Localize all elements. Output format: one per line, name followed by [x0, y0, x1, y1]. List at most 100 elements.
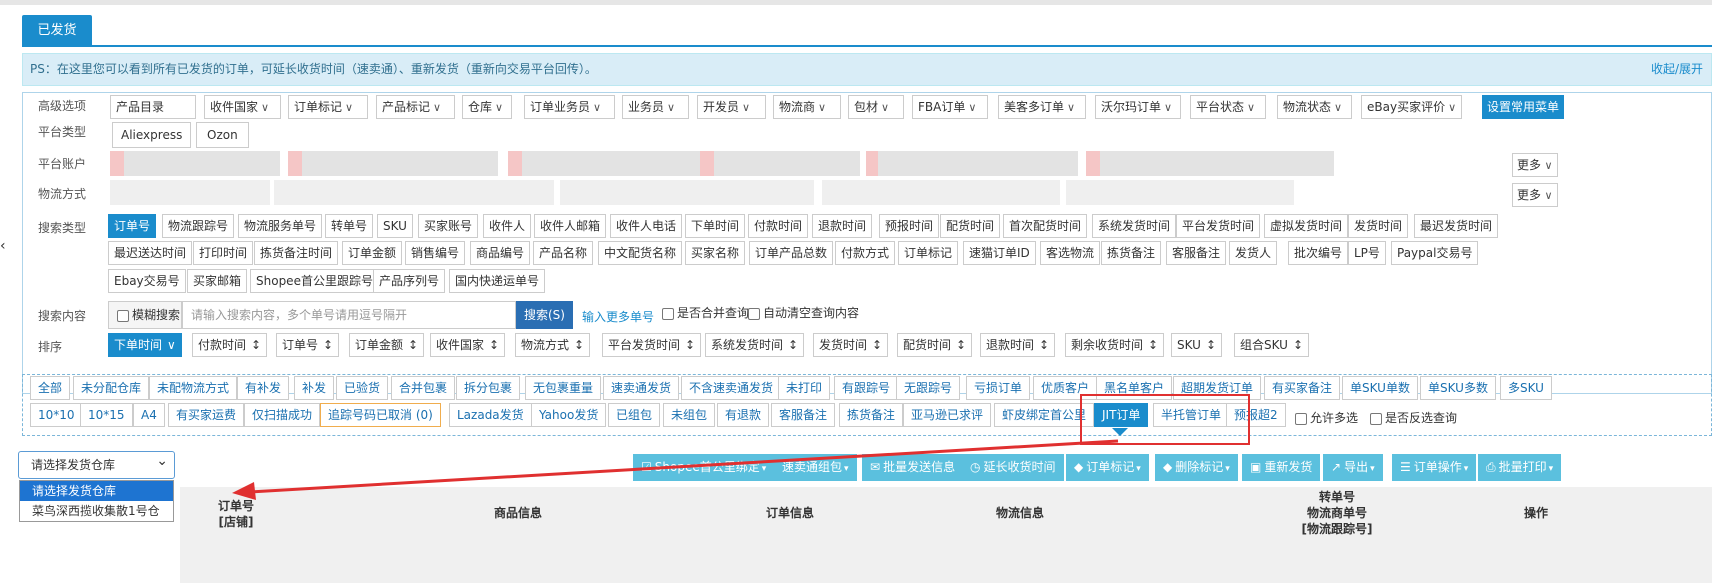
search-type-option[interactable]: 预报时间	[879, 214, 940, 238]
checkbox-icon[interactable]	[117, 309, 129, 322]
search-type-option[interactable]: 发货人	[1229, 241, 1278, 265]
sort-option[interactable]: 下单时间 ∨	[108, 333, 182, 357]
search-type-option[interactable]: 最迟发货时间	[1414, 214, 1499, 238]
more-logistics-dropdown[interactable]: 更多	[1512, 183, 1558, 207]
search-type-option[interactable]: 虚拟发货时间	[1264, 214, 1349, 238]
advanced-option-dropdown[interactable]: 包材	[848, 95, 904, 119]
search-type-option[interactable]: 批次编号	[1288, 241, 1349, 265]
sort-option[interactable]: 订单金额 ↕	[349, 333, 425, 357]
more-accounts-dropdown[interactable]: 更多	[1512, 153, 1558, 177]
sort-option[interactable]: SKU ↕	[1171, 333, 1223, 357]
advanced-option-dropdown[interactable]: 产品标记	[376, 95, 455, 119]
quick-filter-button[interactable]: 已验货	[336, 376, 389, 400]
sort-option[interactable]: 剩余收货时间 ↕	[1065, 333, 1165, 357]
quick-filter-button[interactable]: 补发	[294, 376, 335, 400]
tab-shipped[interactable]: 已发货	[22, 15, 92, 47]
quick-filter-button[interactable]: 单SKU单数	[1342, 376, 1418, 400]
quick-filter-button[interactable]: 不含速卖通发货	[681, 376, 782, 400]
quick-filter-button[interactable]: 无跟踪号	[896, 376, 961, 400]
sort-option[interactable]: 组合SKU ↕	[1234, 333, 1310, 357]
platform-type-aliexpress[interactable]: Aliexpress	[112, 122, 192, 148]
quick-filter-button[interactable]: 有退款	[717, 403, 770, 427]
export-button[interactable]: ↗ 导出 ▾	[1323, 454, 1383, 481]
quick-filter-button[interactable]: 多SKU	[1500, 376, 1552, 400]
quick-filter-button[interactable]: 未组包	[663, 403, 716, 427]
search-type-option[interactable]: 付款时间	[748, 214, 809, 238]
allow-multi-checkbox[interactable]: 允许多选	[1295, 409, 1358, 426]
advanced-option-dropdown[interactable]: 平台状态	[1190, 95, 1266, 119]
search-type-option[interactable]: Shopee首公里跟踪号	[250, 269, 379, 293]
quick-filter-button[interactable]: Lazada发货	[449, 403, 532, 427]
search-type-option[interactable]: 首次配货时间	[1003, 214, 1088, 238]
search-type-option[interactable]: 配货时间	[940, 214, 1001, 238]
search-type-option[interactable]: SKU	[377, 214, 413, 238]
search-type-option[interactable]: 物流跟踪号	[162, 214, 235, 238]
search-type-option[interactable]: 平台发货时间	[1176, 214, 1261, 238]
search-type-option[interactable]: 拣货备注	[1101, 241, 1162, 265]
quick-filter-button[interactable]: 10*10	[30, 403, 83, 427]
set-common-menu-button[interactable]: 设置常用菜单	[1482, 95, 1565, 119]
warehouse-option[interactable]: 菜鸟深西揽收集散1号仓	[20, 501, 173, 521]
search-type-option[interactable]: 客选物流	[1040, 241, 1101, 265]
advanced-option-dropdown[interactable]: 开发员	[697, 95, 766, 119]
warehouse-select[interactable]: 请选择发货仓库	[18, 448, 175, 479]
search-type-option[interactable]: Ebay交易号	[108, 269, 186, 293]
quick-filter-button[interactable]: 全部	[30, 376, 71, 400]
sort-option[interactable]: 收件国家 ↕	[430, 333, 506, 357]
batch-print-button[interactable]: ⎙ 批量打印 ▾	[1478, 454, 1562, 481]
search-type-option[interactable]: 发货时间	[1348, 214, 1409, 238]
search-type-option[interactable]: 物流服务单号	[238, 214, 323, 238]
quick-filter-button[interactable]: 仅扫描成功	[244, 403, 321, 427]
search-type-option[interactable]: 收件人	[483, 214, 532, 238]
batch-send-button[interactable]: ✉ 批量发送信息	[862, 454, 964, 481]
search-type-option[interactable]: 销售编号	[405, 241, 466, 265]
search-type-option[interactable]: 买家邮箱	[187, 269, 248, 293]
order-ops-button[interactable]: ☰ 订单操作 ▾	[1392, 454, 1477, 481]
search-type-option[interactable]: 拣货备注时间	[254, 241, 339, 265]
search-type-option[interactable]: 收件人邮箱	[534, 214, 607, 238]
quick-filter-button[interactable]: 有跟踪号	[834, 376, 899, 400]
search-type-option[interactable]: LP号	[1348, 241, 1386, 265]
quick-filter-button[interactable]: 单SKU多数	[1420, 376, 1496, 400]
search-type-option[interactable]: 买家名称	[685, 241, 746, 265]
search-type-option[interactable]: 速猫订单ID	[963, 241, 1036, 265]
advanced-option-dropdown[interactable]: 物流商	[773, 95, 841, 119]
quick-filter-button[interactable]: 未配物流方式	[149, 376, 238, 400]
advanced-option-dropdown[interactable]: 沃尔玛订单	[1095, 95, 1181, 119]
quick-filter-button[interactable]: 有买家备注	[1264, 376, 1341, 400]
search-type-option[interactable]: 国内快递运单号	[449, 269, 546, 293]
search-type-option[interactable]: Paypal交易号	[1391, 241, 1479, 265]
quick-filter-button[interactable]: 拆分包裹	[456, 376, 521, 400]
advanced-option-dropdown[interactable]: 订单业务员	[524, 95, 615, 119]
sort-option[interactable]: 发货时间 ↕	[813, 333, 889, 357]
search-type-option[interactable]: 系统发货时间	[1092, 214, 1177, 238]
quick-filter-button[interactable]: 亚马逊已求评	[903, 403, 992, 427]
advanced-option-dropdown[interactable]: 订单标记	[288, 95, 368, 119]
quick-filter-button[interactable]: 有买家运费	[168, 403, 245, 427]
checkbox-icon[interactable]	[1370, 412, 1382, 425]
advanced-option-dropdown[interactable]: 仓库	[462, 95, 512, 119]
sort-option[interactable]: 订单号 ↕	[276, 333, 340, 357]
order-tag-button[interactable]: ◆ 订单标记 ▾	[1066, 454, 1149, 481]
quick-filter-button[interactable]: 亏损订单	[966, 376, 1031, 400]
quick-filter-button[interactable]: Yahoo发货	[531, 403, 607, 427]
search-type-option[interactable]: 订单金额	[342, 241, 403, 265]
search-type-option[interactable]: 产品序列号	[373, 269, 446, 293]
search-input[interactable]: 请输入搜索内容，多个单号请用逗号隔开	[182, 301, 516, 329]
advanced-option-dropdown[interactable]: eBay买家评价	[1361, 95, 1462, 119]
checkbox-icon[interactable]	[1295, 412, 1307, 425]
quick-filter-button[interactable]: 未打印	[778, 376, 831, 400]
advanced-option-dropdown[interactable]: 收件国家	[204, 95, 281, 119]
merge-query-checkbox[interactable]: 是否合并查询	[662, 304, 749, 321]
quick-filter-button[interactable]: 未分配仓库	[73, 376, 150, 400]
aliexpress-pack-button[interactable]: 速卖通组包 ▾	[774, 454, 857, 481]
chevron-left-icon[interactable]: ‹	[0, 238, 6, 254]
quick-filter-button[interactable]: 合并包裹	[391, 376, 456, 400]
search-type-option[interactable]: 转单号	[325, 214, 374, 238]
reverse-query-checkbox[interactable]: 是否反选查询	[1370, 409, 1457, 426]
search-type-option[interactable]: 订单标记	[898, 241, 959, 265]
quick-filter-button[interactable]: A4	[133, 403, 165, 427]
checkbox-icon[interactable]	[748, 307, 760, 320]
platform-type-ozon[interactable]: Ozon	[196, 122, 249, 148]
warehouse-option[interactable]: 请选择发货仓库	[20, 481, 173, 501]
